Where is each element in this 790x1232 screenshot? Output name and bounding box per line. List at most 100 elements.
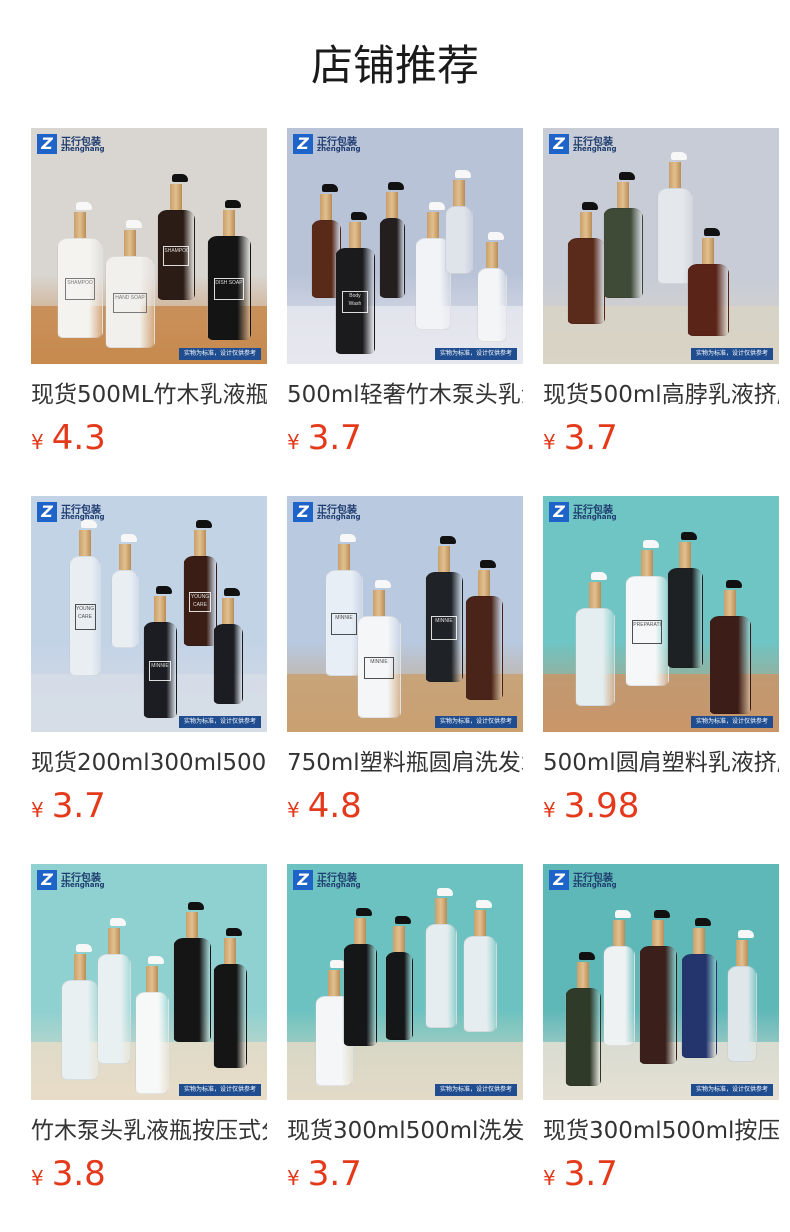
brand-z-icon: Z <box>293 870 313 890</box>
bottle-label: DISH SOAP <box>214 277 244 301</box>
pump-nozzle <box>440 536 456 544</box>
pump-head <box>438 546 450 572</box>
currency-symbol: ¥ <box>543 1166 556 1190</box>
pump-nozzle <box>340 534 356 542</box>
bottle: YOUNG CARE <box>183 556 217 646</box>
product-name[interactable]: 现货300ml500ml按压式乳液瓶 <box>543 1114 779 1148</box>
pump-nozzle <box>582 202 598 210</box>
pump-nozzle <box>110 918 126 926</box>
pump-nozzle <box>671 152 687 160</box>
pump-head <box>74 212 86 238</box>
product-name[interactable]: 现货500ML竹木乳液瓶按压式 <box>31 378 267 412</box>
pump-head <box>186 912 198 938</box>
pump-head <box>386 192 398 218</box>
price-row: ¥3.98 <box>543 786 779 826</box>
bottle <box>463 936 497 1032</box>
product-card[interactable]: PREPARATIONZ正行包装zhenghang实物为标准，设计仅供参考 500… <box>543 496 779 826</box>
image-notice: 实物为标准，设计仅供参考 <box>178 1084 261 1096</box>
brand-name-en: zhenghang <box>61 513 105 521</box>
bottle: Body Wash <box>335 248 375 354</box>
bottle <box>639 946 677 1064</box>
product-price: 4.8 <box>307 786 362 826</box>
product-name[interactable]: 现货300ml500ml洗发水瓶 <box>287 1114 523 1148</box>
bottle <box>445 206 473 274</box>
bottle: DISH SOAP <box>207 236 251 340</box>
product-name[interactable]: 500ml轻奢竹木泵头乳液瓶 <box>287 378 523 412</box>
pump-nozzle <box>738 930 754 938</box>
bottle: SHAMPOO <box>57 238 103 338</box>
bottle <box>425 924 457 1028</box>
pump-head <box>427 212 439 238</box>
bottle <box>135 992 169 1094</box>
product-card[interactable]: Z 正行包装 zhenghang 实物为标准，设计仅供参考现货300ml500ml按压… <box>543 864 779 1194</box>
bottle-label: YOUNG CARE <box>188 592 212 612</box>
image-notice: 实物为标准，设计仅供参考 <box>434 348 517 360</box>
pump-nozzle <box>695 918 711 926</box>
product-image[interactable]: MINNIE MINNIE MINNIE Z 正行包装 zhenghang 实物为标准，设计… <box>287 496 523 732</box>
product-image[interactable]: Z 正行包装 zhenghang 实物为标准，设计仅供参考 <box>287 864 523 1100</box>
bottle: YOUNG CARE <box>69 556 101 676</box>
product-name[interactable]: 现货200ml300ml500ml乳液瓶 <box>31 746 267 780</box>
product-card[interactable]: Body Wash Z 正行包装 zhenghang 实物为标准，设计仅供参考 500ml… <box>287 128 523 458</box>
pump-head <box>349 222 361 248</box>
product-name[interactable]: 750ml塑料瓶圆肩洗发水瓶 <box>287 746 523 780</box>
pump-nozzle <box>681 532 697 540</box>
bottle: MINNIE <box>425 572 463 682</box>
bottle-label: MINNIE <box>331 612 357 636</box>
product-card[interactable]: Z正行包装zhenghang实物为标准，设计仅供参考竹木泵头乳液瓶按压式分装¥3… <box>31 864 267 1194</box>
bottle <box>213 964 247 1068</box>
product-card[interactable]: Z 正行包装 zhenghang 实物为标准，设计仅供参考现货300ml500ml洗发… <box>287 864 523 1194</box>
pump-head <box>146 966 158 992</box>
product-image[interactable]: Body Wash Z 正行包装 zhenghang 实物为标准，设计仅供参考 <box>287 128 523 364</box>
product-price: 3.7 <box>51 786 106 826</box>
pump-head <box>154 596 166 622</box>
pump-head <box>328 970 340 996</box>
bottle-label: YOUNG CARE <box>74 604 96 631</box>
product-image[interactable]: PREPARATIONZ正行包装zhenghang实物为标准，设计仅供参考 <box>543 496 779 732</box>
product-name[interactable]: 现货500ml高脖乳液挤压瓶 <box>543 378 779 412</box>
bottle <box>173 938 211 1042</box>
product-card[interactable]: MINNIE MINNIE MINNIE Z 正行包装 zhenghang 实物为标准，设计… <box>287 496 523 826</box>
brand-z-icon: Z <box>37 134 57 154</box>
price-row: ¥3.7 <box>543 1154 779 1194</box>
pump-nozzle <box>76 202 92 210</box>
brand-name-en: zhenghang <box>573 145 617 153</box>
bottle-label: Body Wash <box>341 290 369 314</box>
product-card[interactable]: SHAMPOO HAND SOAP SHAMPOO DISH SOAP Z 正行包装 zhe… <box>31 128 267 458</box>
pump-nozzle <box>643 540 659 548</box>
pump-head <box>108 928 120 954</box>
product-image[interactable]: SHAMPOO HAND SOAP SHAMPOO DISH SOAP Z 正行包装 zhe… <box>31 128 267 364</box>
product-card[interactable]: YOUNG CARE YOUNG CARE MINNIE Z 正行包装 zhenghang… <box>31 496 267 826</box>
product-name[interactable]: 500ml圆肩塑料乳液挤压瓶 <box>543 746 779 780</box>
product-image[interactable]: YOUNG CARE YOUNG CARE MINNIE Z 正行包装 zhenghang… <box>31 496 267 732</box>
product-image[interactable]: Z 正行包装 zhenghang 实物为标准，设计仅供参考 <box>543 128 779 364</box>
bottle <box>61 980 99 1080</box>
product-image[interactable]: Z 正行包装 zhenghang 实物为标准，设计仅供参考 <box>543 864 779 1100</box>
currency-symbol: ¥ <box>287 1166 300 1190</box>
bottle <box>603 208 643 298</box>
product-image[interactable]: Z 正行包装 zhenghang 实物为标准，设计仅供参考 <box>31 864 267 1100</box>
pump-head <box>170 184 182 210</box>
pump-nozzle <box>126 220 142 228</box>
pump-head <box>613 920 625 946</box>
pump-nozzle <box>224 588 240 596</box>
product-name[interactable]: 竹木泵头乳液瓶按压式分装 <box>31 1114 267 1148</box>
pump-head <box>580 212 592 238</box>
image-notice: 实物为标准，设计仅供参考 <box>690 716 773 728</box>
bottle-label: HAND SOAP <box>113 293 147 313</box>
image-notice: 实物为标准，设计仅供参考 <box>178 716 261 728</box>
pump-head <box>74 954 86 980</box>
pump-head <box>693 928 705 954</box>
brand-z-icon: Z <box>37 502 57 522</box>
bottle: MINNIE <box>357 616 401 718</box>
pump-nozzle <box>196 520 212 528</box>
pump-nozzle <box>591 572 607 580</box>
product-card[interactable]: Z正行包装zhenghang实物为标准，设计仅供参考现货500ml高脖乳液挤压瓶… <box>543 128 779 458</box>
bottle: PREPARATION <box>625 576 669 686</box>
currency-symbol: ¥ <box>287 798 300 822</box>
price-row: ¥3.7 <box>287 418 523 458</box>
image-notice: 实物为标准，设计仅供参考 <box>690 1084 773 1096</box>
pump-nozzle <box>726 580 742 588</box>
image-notice: 实物为标准，设计仅供参考 <box>434 1084 517 1096</box>
brand-name-en: zhenghang <box>317 145 361 153</box>
